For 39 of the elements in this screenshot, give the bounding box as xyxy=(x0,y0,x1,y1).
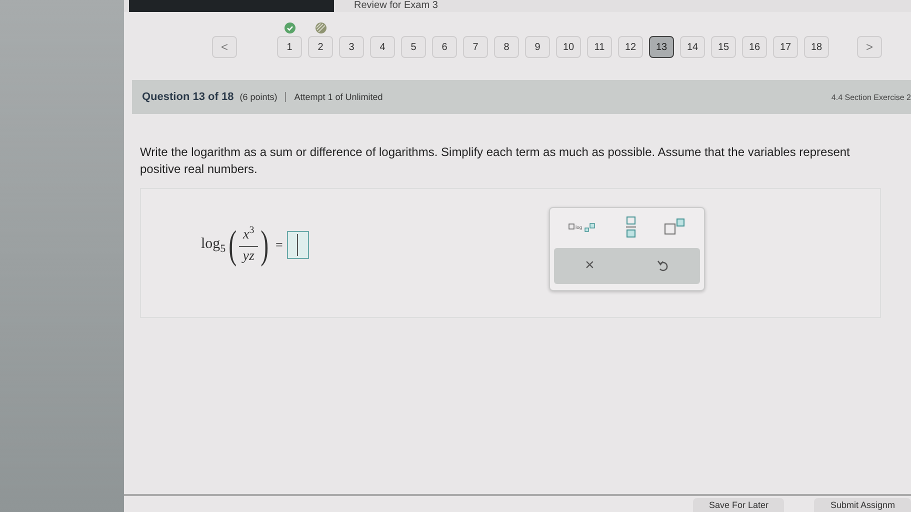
attempt-label: Attempt 1 of Unlimited xyxy=(285,92,383,102)
question-number-button[interactable]: 18 xyxy=(804,36,829,58)
instructions-text: Write the logarithm as a sum or difference of logarithms. Simplify each term as much as possible. Assume that the variables represent positive real numbers. xyxy=(140,144,851,178)
previous-question-button[interactable]: < xyxy=(212,36,237,58)
clear-button[interactable]: × xyxy=(579,255,600,277)
question-number-button[interactable]: 7 xyxy=(463,36,488,58)
striped-circle-icon xyxy=(314,22,326,34)
question-number-button[interactable]: 4 xyxy=(370,36,395,58)
question-number-button[interactable]: 3 xyxy=(339,36,364,58)
question-number-button[interactable]: 5 xyxy=(401,36,426,58)
question-number-button[interactable]: 9 xyxy=(525,36,550,58)
question-number-button[interactable]: 1 xyxy=(277,36,302,58)
question-number-button[interactable]: 6 xyxy=(432,36,457,58)
question-points: (6 points) xyxy=(240,92,278,102)
section-label: 4.4 Section Exercise 2 xyxy=(831,92,911,102)
question-number-button[interactable]: 13 xyxy=(649,36,674,58)
fraction-numerator: x$^{3}$ xyxy=(239,225,258,247)
footer-button[interactable]: Submit Assignm xyxy=(814,498,911,512)
next-question-button[interactable]: > xyxy=(857,36,882,58)
footer-button[interactable]: Save For Later xyxy=(692,498,784,512)
question-title: Question 13 of 18 xyxy=(142,91,234,103)
question-number-button[interactable]: 10 xyxy=(556,36,581,58)
question-number-button[interactable]: 15 xyxy=(711,36,736,58)
question-number-button[interactable]: 14 xyxy=(680,36,705,58)
question-number-button[interactable]: 17 xyxy=(773,36,798,58)
log-expression: log$_{5}$ xyxy=(201,236,226,254)
question-number-button[interactable]: 11 xyxy=(587,36,612,58)
question-number-button[interactable]: 2 xyxy=(308,36,333,58)
undo-icon xyxy=(656,259,669,273)
right-parenthesis: ) xyxy=(260,225,269,265)
equals-sign: = xyxy=(276,237,283,253)
answer-input-field[interactable] xyxy=(286,231,309,259)
assignment-title: Review for Exam 3 xyxy=(354,0,438,12)
question-number-button[interactable]: 8 xyxy=(494,36,519,58)
question-number-button[interactable]: 12 xyxy=(618,36,643,58)
check-circle-icon xyxy=(284,22,296,34)
fraction-denominator: yz xyxy=(242,248,254,265)
question-number-button[interactable]: 16 xyxy=(742,36,767,58)
left-parenthesis: ( xyxy=(228,225,236,265)
